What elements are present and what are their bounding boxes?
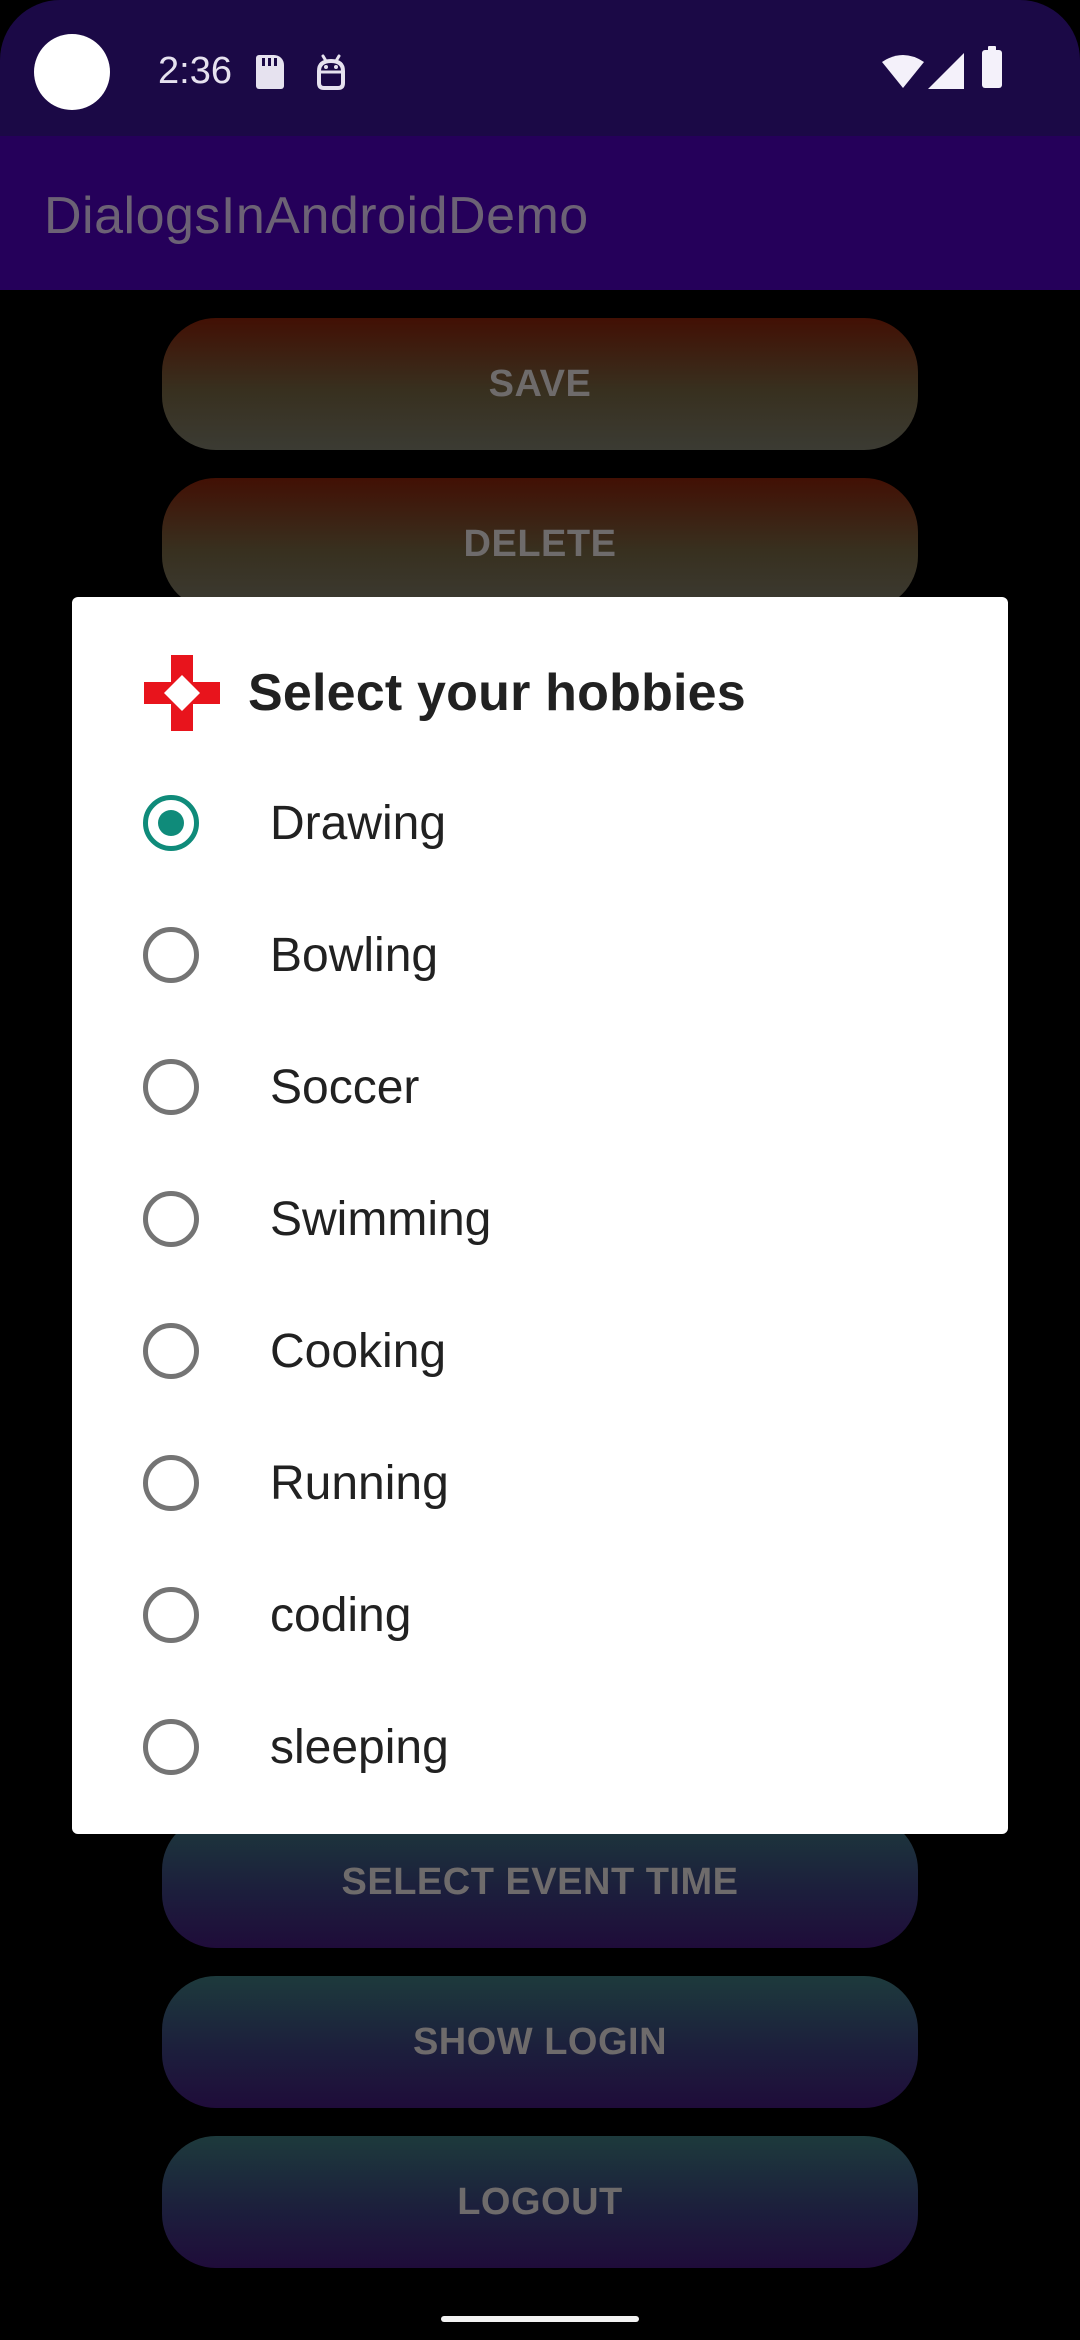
radio-button[interactable] [143, 927, 199, 983]
radio-button[interactable] [143, 1719, 199, 1775]
option-running[interactable]: Running [72, 1417, 1008, 1549]
radio-button-checked[interactable] [143, 795, 199, 851]
option-label: coding [270, 1588, 412, 1642]
option-sleeping[interactable]: sleeping [72, 1681, 1008, 1813]
dialog-title: Select your hobbies [248, 664, 746, 722]
radio-button[interactable] [143, 1059, 199, 1115]
select-event-time-button[interactable]: SELECT EVENT TIME [162, 1816, 918, 1948]
screen: 2:36 DialogsInAndroidDemo SAVE DELETE SE… [0, 0, 1080, 2340]
radio-button[interactable] [143, 1323, 199, 1379]
battery-icon [982, 46, 1002, 88]
sd-card-icon [256, 55, 284, 89]
delete-button[interactable]: DELETE [162, 478, 918, 610]
option-cooking[interactable]: Cooking [72, 1285, 1008, 1417]
radio-button[interactable] [143, 1455, 199, 1511]
option-label: Soccer [270, 1060, 420, 1114]
app-bar: DialogsInAndroidDemo [0, 136, 1080, 290]
radio-button[interactable] [143, 1191, 199, 1247]
option-label: Drawing [270, 796, 447, 850]
gesture-nav-bar[interactable] [441, 2316, 639, 2322]
dialog-header: Select your hobbies [144, 653, 746, 733]
option-drawing[interactable]: Drawing [72, 757, 1008, 889]
status-time: 2:36 [158, 50, 232, 92]
camera-hole [34, 34, 110, 110]
status-bar: 2:36 [0, 0, 1080, 136]
signal-icon [928, 53, 964, 89]
option-label: Bowling [270, 928, 439, 982]
option-label: Swimming [270, 1192, 492, 1246]
radio-button[interactable] [143, 1587, 199, 1643]
option-coding[interactable]: coding [72, 1549, 1008, 1681]
option-bowling[interactable]: Bowling [72, 889, 1008, 1021]
red-cross-icon [144, 655, 220, 731]
hobbies-dialog: Select your hobbies Drawing Bowling Socc… [72, 597, 1008, 1834]
option-label: sleeping [270, 1720, 449, 1774]
android-icon [317, 54, 345, 90]
option-label: Cooking [270, 1324, 447, 1378]
save-button[interactable]: SAVE [162, 318, 918, 450]
app-title: DialogsInAndroidDemo [44, 187, 589, 245]
wifi-icon [882, 55, 924, 88]
option-label: Running [270, 1456, 449, 1510]
show-login-button[interactable]: SHOW LOGIN [162, 1976, 918, 2108]
option-swimming[interactable]: Swimming [72, 1153, 1008, 1285]
option-soccer[interactable]: Soccer [72, 1021, 1008, 1153]
logout-button[interactable]: LOGOUT [162, 2136, 918, 2268]
